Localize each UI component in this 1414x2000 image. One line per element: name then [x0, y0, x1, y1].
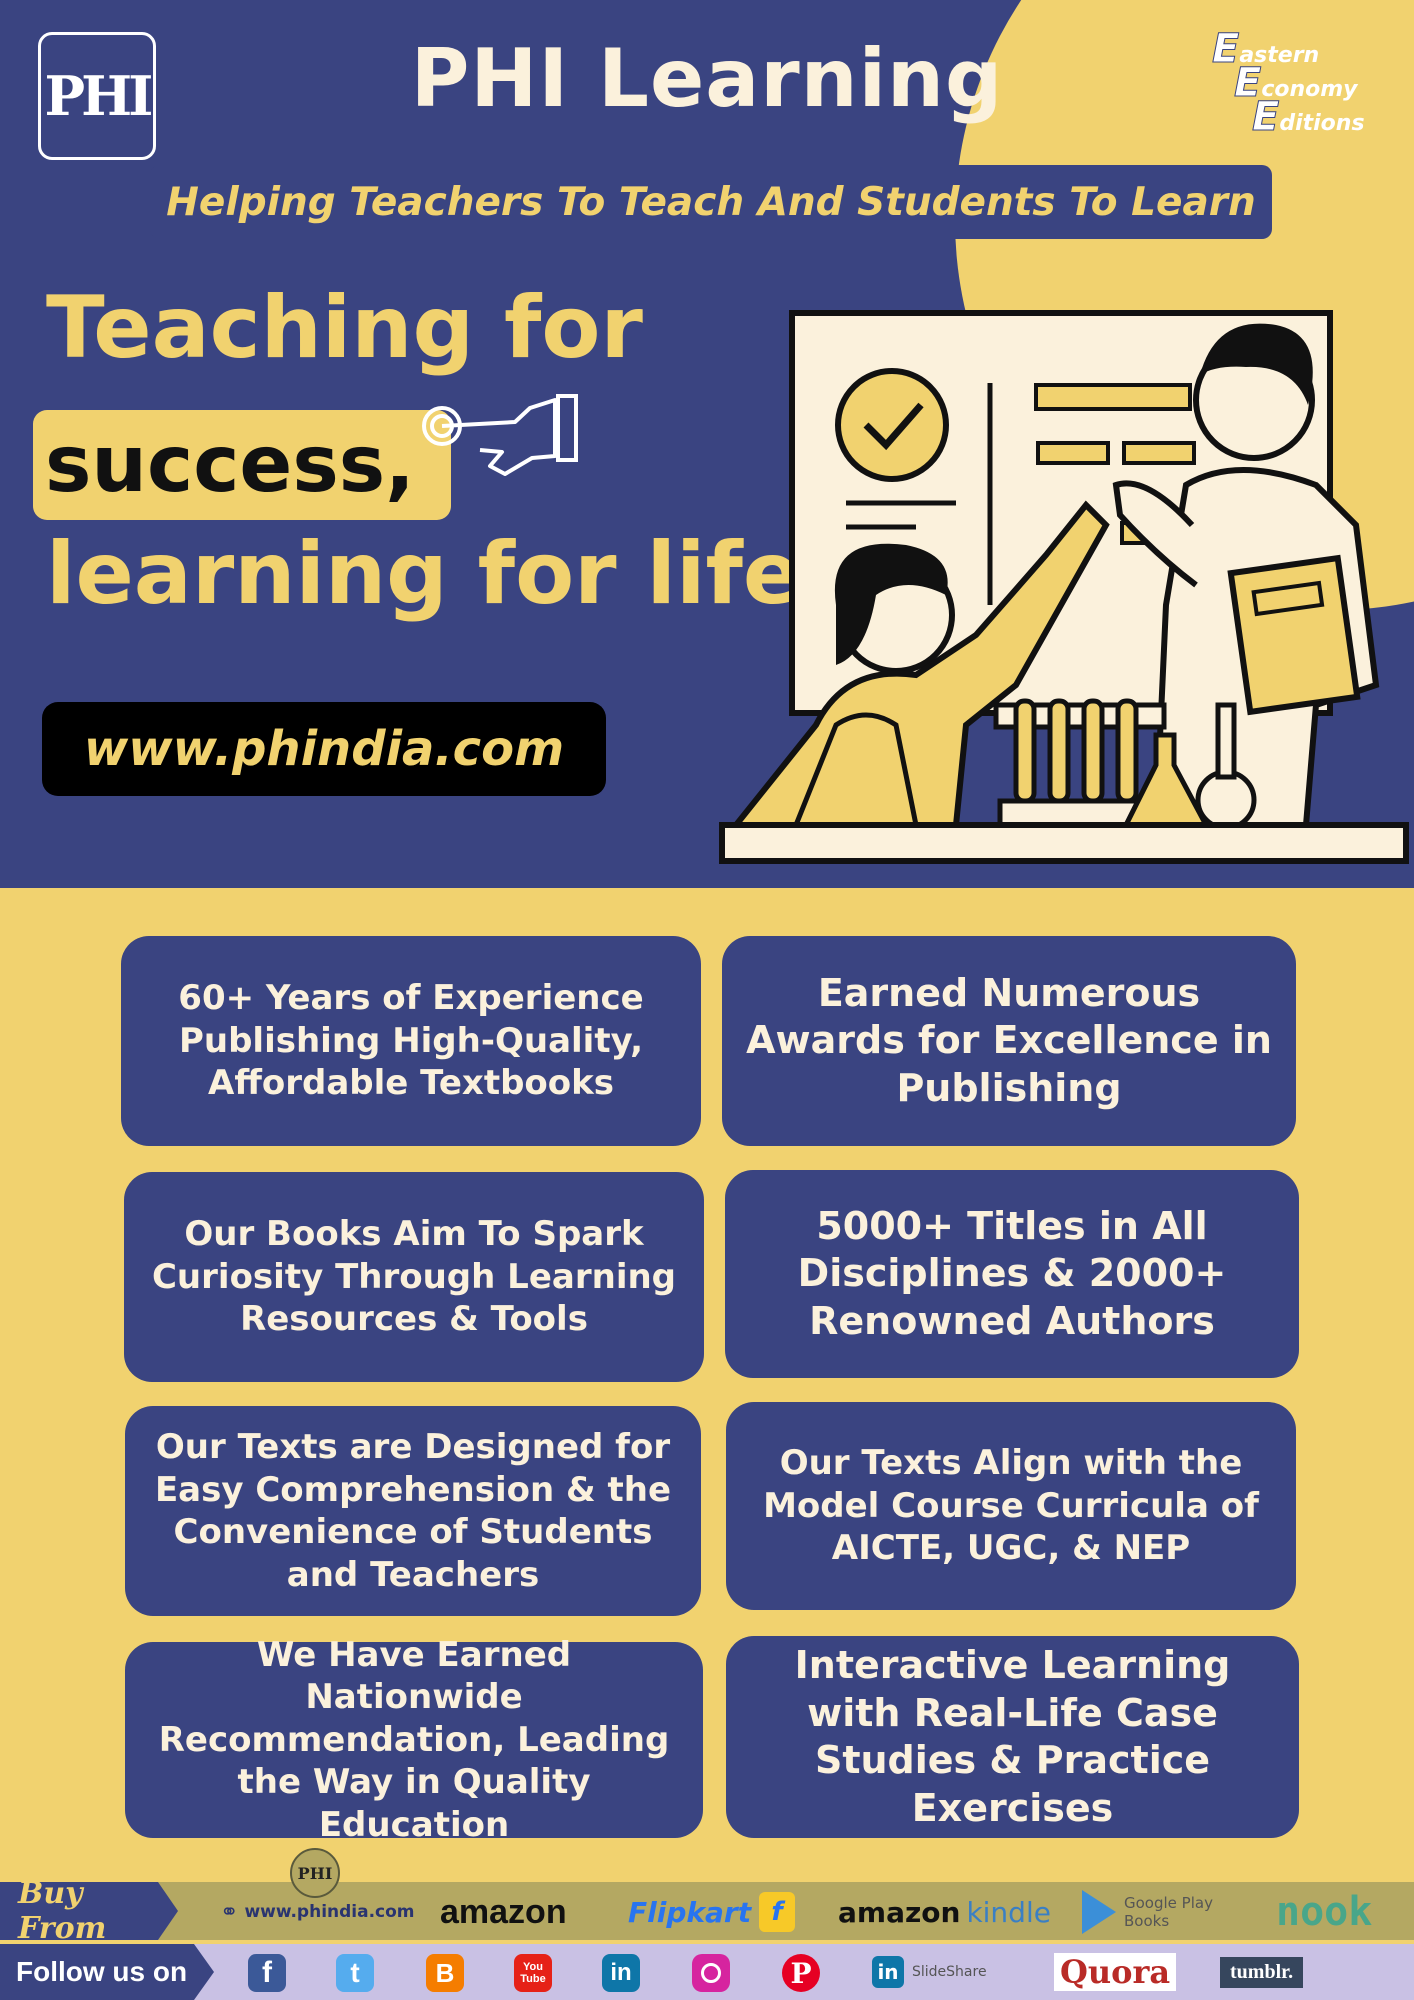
pinterest-icon[interactable]: P: [782, 1954, 820, 1992]
brand-title: PHI Learning: [410, 32, 1004, 125]
teacher-student-illustration: [719, 310, 1409, 864]
globe-icon: ⚭: [220, 1899, 239, 1925]
buy-from-label: Buy From: [18, 1876, 107, 1946]
feature-card-awards: Earned Numerous Awards for Excellence in…: [722, 936, 1296, 1146]
pointing-hand-icon: [422, 394, 578, 476]
feature-card-curiosity: Our Books Aim To Spark Curiosity Through…: [124, 1172, 704, 1382]
store-phindia[interactable]: ⚭ www.phindia.com: [220, 1888, 415, 1936]
instagram-icon[interactable]: [692, 1954, 730, 1992]
website-link[interactable]: www.phindia.com: [42, 702, 606, 796]
linkedin-icon[interactable]: in: [602, 1954, 640, 1992]
eastern-economy-editions-logo: Eastern Economy Editions: [1211, 26, 1365, 140]
headline-line-3: learning for life: [46, 524, 802, 624]
store-amazon[interactable]: amazon: [440, 1888, 567, 1936]
slideshare-icon[interactable]: in SlideShare: [872, 1952, 987, 1992]
buy-from-tag: Buy From: [0, 1882, 178, 1940]
hero-section: PHI PHI Learning Eastern Economy Edition…: [0, 0, 1414, 888]
highlight-box: success,: [33, 410, 451, 520]
feature-card-curricula: Our Texts Align with the Model Course Cu…: [726, 1402, 1296, 1610]
blogger-icon[interactable]: B: [426, 1954, 464, 1992]
headline-line-1: Teaching for: [46, 278, 643, 378]
feature-card-titles: 5000+ Titles in All Disciplines & 2000+ …: [725, 1170, 1299, 1378]
store-google-play-books[interactable]: Google Play Books: [1082, 1888, 1214, 1936]
google-play-icon: [1082, 1890, 1116, 1934]
feature-card-recommendation: We Have Earned Nationwide Recommendation…: [125, 1635, 703, 1845]
feature-card-interactive: Interactive Learning with Real-Life Case…: [726, 1636, 1299, 1838]
follow-us-label: Follow us on: [16, 1956, 188, 1987]
feature-card-experience: 60+ Years of Experience Publishing High-…: [121, 936, 701, 1146]
follow-us-tag: Follow us on: [0, 1944, 214, 2000]
edition-word-3: ditions: [1279, 111, 1365, 136]
store-amazon-kindle[interactable]: amazon kindle: [838, 1888, 1051, 1936]
quora-icon[interactable]: Quora: [1054, 1952, 1177, 1992]
flipkart-bag-icon: f: [759, 1892, 796, 1932]
twitter-icon[interactable]: t: [336, 1954, 374, 1992]
facebook-icon[interactable]: f: [248, 1954, 286, 1992]
headline-line-2: success,: [45, 420, 415, 510]
tagline-text: Helping Teachers To Teach And Students T…: [166, 179, 1256, 225]
youtube-icon[interactable]: You Tube: [514, 1954, 552, 1992]
tagline-banner: Helping Teachers To Teach And Students T…: [150, 165, 1272, 239]
store-flipkart[interactable]: Flipkart f: [628, 1888, 796, 1936]
tumblr-icon[interactable]: tumblr.: [1220, 1952, 1304, 1992]
website-url: www.phindia.com: [83, 721, 565, 777]
store-nook[interactable]: nook: [1276, 1888, 1372, 1936]
feature-card-comprehension: Our Texts are Designed for Easy Comprehe…: [125, 1406, 701, 1616]
